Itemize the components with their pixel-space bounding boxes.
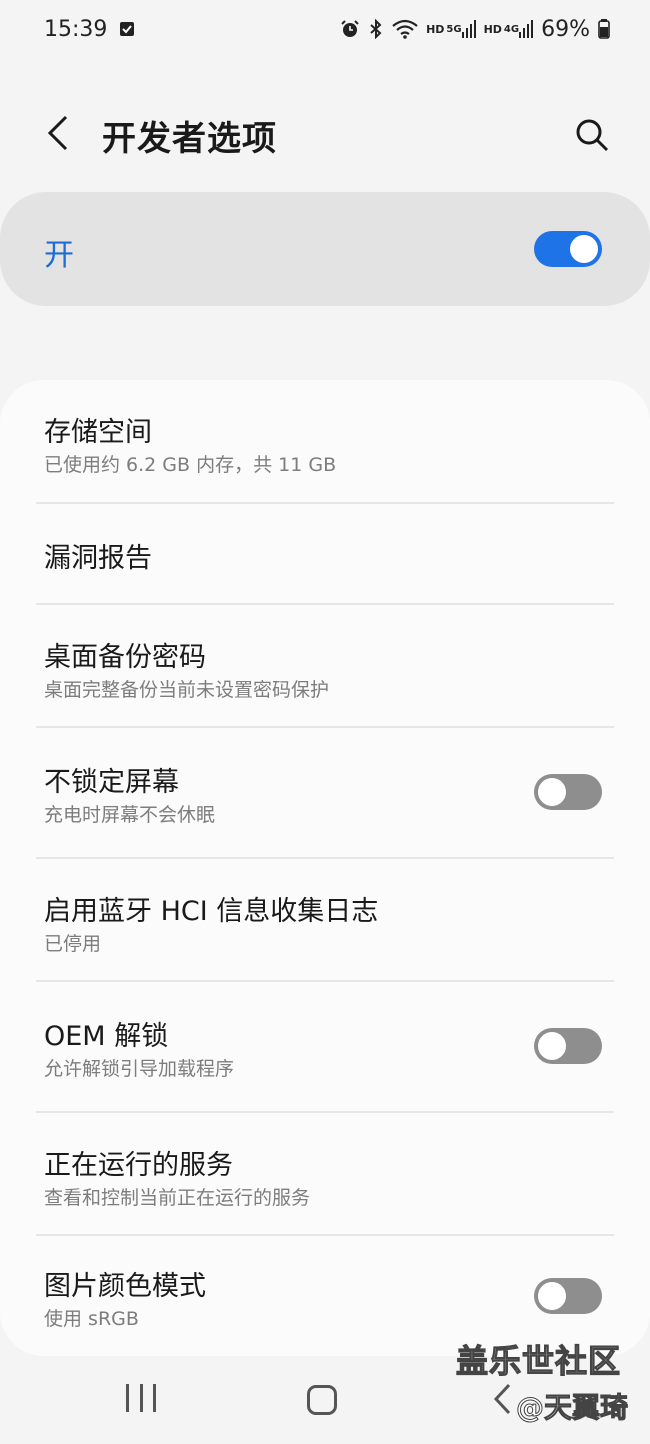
list-item-desktop-backup-password[interactable]: 桌面备份密码 桌面完整备份当前未设置密码保护: [0, 605, 650, 727]
master-toggle-switch[interactable]: [534, 231, 602, 267]
settings-list: 存储空间 已使用约 6.2 GB 内存，共 11 GB 漏洞报告 桌面备份密码 …: [0, 380, 650, 1356]
status-bar: 15:39 HD 5G HD 4G 69%: [0, 0, 650, 58]
item-title: 桌面备份密码: [44, 642, 206, 673]
item-title: OEM 解锁: [44, 1021, 169, 1052]
checkbox-notification-icon: [119, 21, 135, 37]
item-subtitle: 允许解锁引导加载程序: [44, 1058, 235, 1080]
item-title: 漏洞报告: [44, 543, 152, 574]
item-title: 正在运行的服务: [44, 1150, 233, 1181]
master-switch-label: 开: [44, 238, 74, 273]
toggle-knob: [568, 233, 600, 265]
status-time: 15:39: [44, 16, 108, 42]
search-icon[interactable]: [570, 113, 614, 157]
item-subtitle: 已停用: [44, 933, 102, 955]
toggle-knob: [536, 776, 568, 808]
signal-icon-2: HD 4G: [484, 20, 534, 38]
list-item-running-services[interactable]: 正在运行的服务 查看和控制当前正在运行的服务: [0, 1113, 650, 1235]
chevron-left-icon[interactable]: [38, 113, 78, 153]
picture-color-mode-toggle[interactable]: [534, 1278, 602, 1314]
app-bar: 开发者选项: [0, 95, 650, 175]
item-subtitle: 充电时屏幕不会休眠: [44, 804, 216, 826]
signal-icon: HD 5G: [426, 20, 476, 38]
item-title: 存储空间: [44, 417, 152, 448]
item-title: 图片颜色模式: [44, 1271, 206, 1302]
list-item-bluetooth-hci-log[interactable]: 启用蓝牙 HCI 信息收集日志 已停用: [0, 859, 650, 981]
bluetooth-icon: [368, 19, 384, 39]
item-subtitle: 桌面完整备份当前未设置密码保护: [44, 679, 330, 701]
item-subtitle: 已使用约 6.2 GB 内存，共 11 GB: [44, 454, 337, 476]
back-icon[interactable]: [492, 1382, 512, 1420]
battery-percent: 69%: [541, 16, 590, 42]
page-title: 开发者选项: [102, 119, 277, 159]
watermark-community: 盖乐世社区: [455, 1341, 622, 1380]
recent-apps-icon[interactable]: [126, 1384, 156, 1414]
toggle-knob: [536, 1030, 568, 1062]
list-item-bug-report[interactable]: 漏洞报告: [0, 504, 650, 604]
wifi-icon: [392, 19, 418, 39]
alarm-icon: [340, 19, 360, 39]
developer-options-master-switch[interactable]: 开: [0, 192, 650, 306]
item-title: 启用蓝牙 HCI 信息收集日志: [44, 896, 379, 927]
toggle-knob: [536, 1280, 568, 1312]
list-item-storage[interactable]: 存储空间 已使用约 6.2 GB 内存，共 11 GB: [0, 380, 650, 504]
home-icon[interactable]: [307, 1385, 337, 1415]
stay-awake-toggle[interactable]: [534, 774, 602, 810]
item-subtitle: 使用 sRGB: [44, 1308, 139, 1330]
battery-icon: [598, 19, 610, 39]
list-item-stay-awake[interactable]: 不锁定屏幕 充电时屏幕不会休眠: [0, 728, 650, 858]
oem-unlock-toggle[interactable]: [534, 1028, 602, 1064]
item-subtitle: 查看和控制当前正在运行的服务: [44, 1187, 311, 1209]
list-item-oem-unlock[interactable]: OEM 解锁 允许解锁引导加载程序: [0, 982, 650, 1112]
watermark-author: @天翼琦: [515, 1391, 629, 1425]
item-title: 不锁定屏幕: [44, 767, 179, 798]
